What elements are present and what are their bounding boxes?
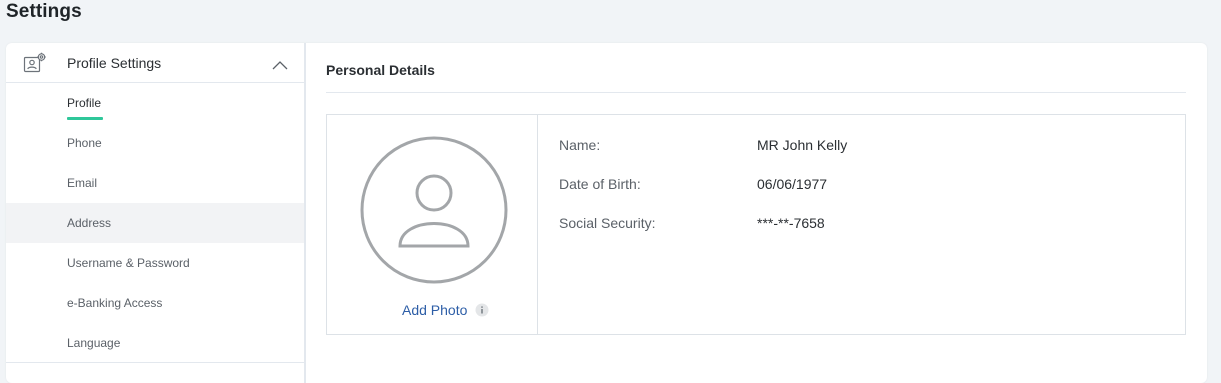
photo-panel: Add Photo — [327, 115, 538, 334]
detail-value: ***-**-7658 — [757, 215, 825, 231]
sidebar-item-language[interactable]: Language — [6, 323, 304, 363]
sidebar-item-label: e-Banking Access — [67, 296, 163, 310]
page-title: Settings — [6, 1, 82, 22]
profile-settings-icon — [23, 52, 47, 74]
chevron-up-icon[interactable] — [272, 57, 288, 70]
section-title: Personal Details — [326, 62, 435, 78]
sidebar-item-username-password[interactable]: Username & Password — [6, 243, 304, 283]
sidebar-item-phone[interactable]: Phone — [6, 123, 304, 163]
divider — [326, 92, 1186, 93]
personal-details-panel: Personal Details Add Photo Name: MR John… — [306, 43, 1207, 383]
detail-row-social-security: Social Security: ***-**-7658 — [538, 215, 1185, 235]
settings-sidebar: Profile Settings Profile Phone Email Add… — [6, 43, 306, 383]
add-photo-link[interactable]: Add Photo — [402, 302, 467, 318]
detail-row-date-of-birth: Date of Birth: 06/06/1977 — [538, 176, 1185, 196]
sidebar-item-e-banking-access[interactable]: e-Banking Access — [6, 283, 304, 323]
detail-value: 06/06/1977 — [757, 176, 828, 192]
sidebar-item-email[interactable]: Email — [6, 163, 304, 203]
divider — [6, 362, 304, 363]
sidebar-title: Profile Settings — [67, 55, 162, 71]
details-list: Name: MR John Kelly Date of Birth: 06/06… — [538, 115, 1185, 334]
sidebar-item-label: Phone — [67, 136, 102, 150]
detail-label: Date of Birth: — [559, 176, 641, 192]
sidebar-item-label: Language — [67, 336, 121, 350]
sidebar-header-profile-settings[interactable]: Profile Settings — [6, 43, 304, 83]
sidebar-item-label: Address — [67, 216, 112, 230]
detail-row-name: Name: MR John Kelly — [538, 137, 1185, 157]
personal-details-box: Add Photo Name: MR John Kelly Date of Bi… — [326, 114, 1186, 335]
sidebar-item-label: Email — [67, 176, 98, 190]
sidebar-item-label: Profile — [67, 96, 102, 110]
sidebar-item-label: Username & Password — [67, 256, 190, 270]
settings-card: Profile Settings Profile Phone Email Add… — [6, 43, 1207, 383]
info-icon[interactable] — [475, 303, 489, 317]
detail-label: Name: — [559, 137, 601, 153]
sidebar-item-address[interactable]: Address — [6, 203, 304, 243]
detail-label: Social Security: — [559, 215, 656, 231]
user-placeholder-icon[interactable] — [360, 136, 508, 284]
detail-value: MR John Kelly — [757, 137, 848, 153]
active-tab-indicator — [67, 117, 103, 120]
sidebar-item-profile[interactable]: Profile — [6, 83, 304, 123]
